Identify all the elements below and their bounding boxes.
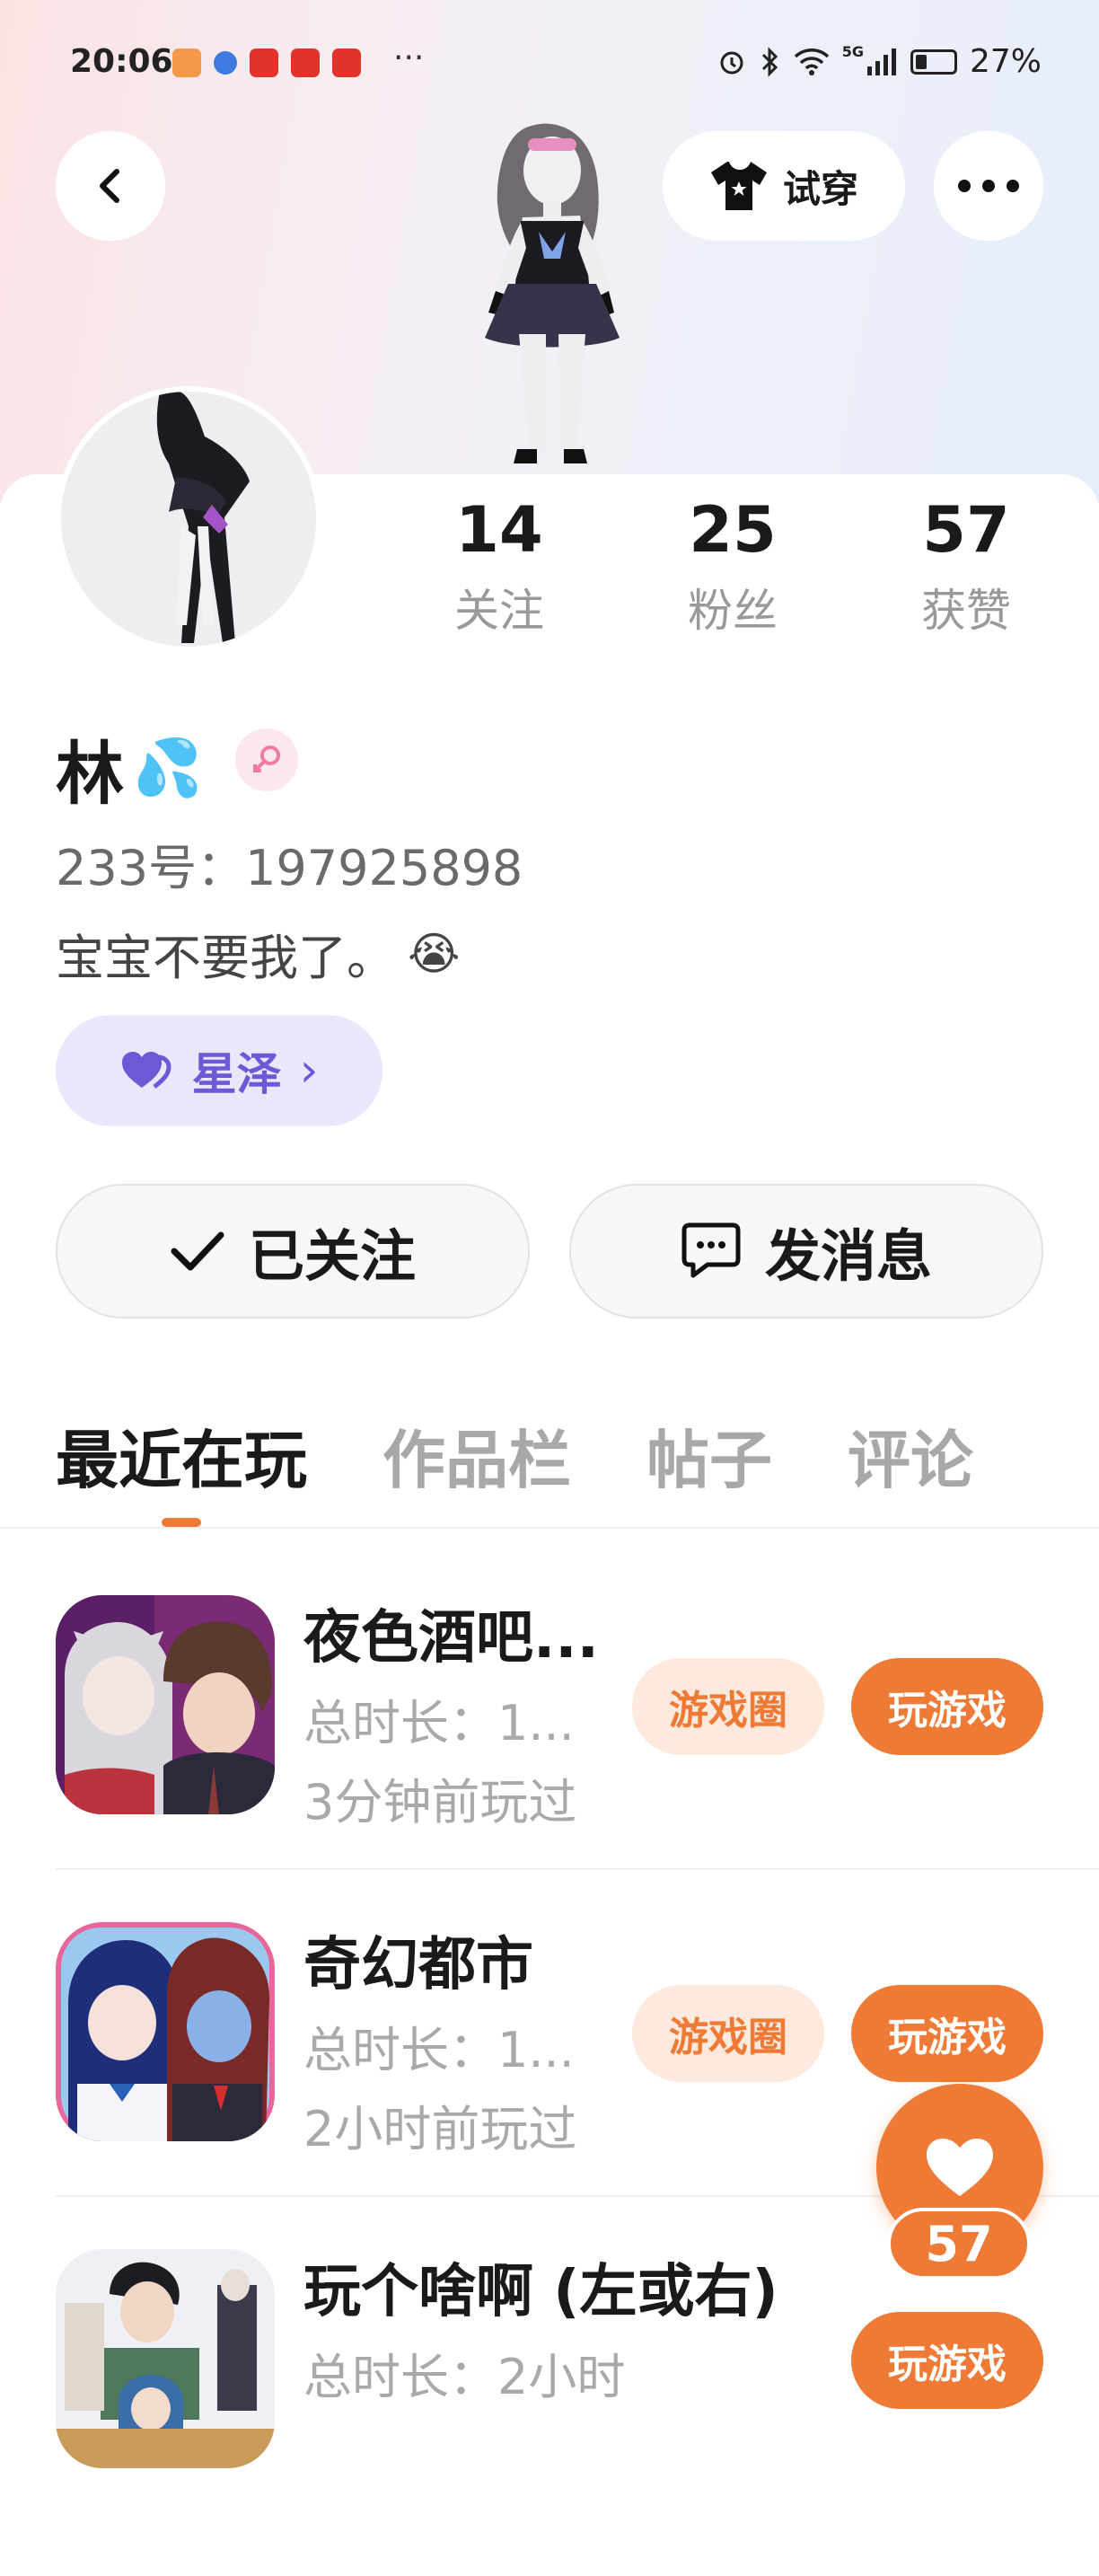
play-game-button[interactable]: 玩游戏 xyxy=(851,1985,1043,2082)
game-title[interactable]: 玩个啥啊 (左或右) xyxy=(303,2245,778,2328)
avatar[interactable] xyxy=(56,386,321,652)
play-game-button[interactable]: 玩游戏 xyxy=(851,1658,1043,1755)
bio: 宝宝不要我了。 😭 xyxy=(56,918,460,989)
stat-likes[interactable]: 57 获赞 xyxy=(876,494,1056,640)
fans-count: 25 xyxy=(689,493,777,567)
status-time: 20:06 xyxy=(70,43,173,80)
back-button[interactable] xyxy=(56,131,165,241)
game-last-played: 2小时前玩过 xyxy=(303,2101,577,2157)
status-overflow: ··· xyxy=(393,40,425,76)
following-label: 关注 xyxy=(454,585,544,637)
tab-recently-played[interactable]: 最近在玩 xyxy=(56,1410,307,1527)
signal-icon xyxy=(866,48,896,75)
wifi-icon xyxy=(794,48,829,75)
heart-icon xyxy=(927,2139,993,2196)
tab-comments[interactable]: 评论 xyxy=(848,1410,973,1500)
game-title[interactable]: 奇幻都市 xyxy=(303,1919,533,2001)
chat-bubble-icon xyxy=(681,1222,741,1278)
following-count: 14 xyxy=(455,493,543,567)
game-circle-button[interactable]: 游戏圈 xyxy=(632,1658,824,1755)
stat-following[interactable]: 14 关注 xyxy=(409,494,589,640)
battery-icon xyxy=(910,49,957,75)
game-total-duration: 总时长：2小时 xyxy=(303,2349,626,2405)
game-row[interactable]: 玩个啥啊 (左或右) 总时长：2小时 玩游戏 xyxy=(0,2249,1099,2576)
notification-app-icon xyxy=(332,49,361,77)
game-icon[interactable] xyxy=(56,1922,275,2141)
more-button[interactable] xyxy=(934,131,1043,241)
followed-button[interactable]: 已关注 xyxy=(56,1184,530,1319)
game-total-duration: 总时长：1... xyxy=(303,2022,575,2078)
notification-app-icon xyxy=(250,49,278,77)
battery-percent: 27% xyxy=(969,43,1042,80)
game-last-played: 3分钟前玩过 xyxy=(303,1774,577,1831)
message-button[interactable]: 发消息 xyxy=(569,1184,1043,1319)
tshirt-icon xyxy=(710,162,767,210)
like-count: 57 xyxy=(887,2208,1031,2280)
play-game-button[interactable]: 玩游戏 xyxy=(851,2312,1043,2409)
tab-posts[interactable]: 帖子 xyxy=(646,1410,772,1500)
profile-tabs: 最近在玩 作品栏 帖子 评论 xyxy=(56,1410,1049,1527)
more-dots-icon xyxy=(958,180,1019,192)
chevron-left-icon xyxy=(100,169,119,203)
droplets-emoji: 💦 xyxy=(133,735,203,800)
crying-emoji: 😭 xyxy=(408,927,461,980)
game-title[interactable]: 夜色酒吧... xyxy=(303,1592,599,1674)
message-label: 发消息 xyxy=(764,1223,932,1289)
game-total-duration: 总时长：1... xyxy=(303,1695,575,1751)
notification-app-icon xyxy=(214,51,237,75)
chevron-right-icon: › xyxy=(299,1044,319,1098)
notification-app-icon xyxy=(172,49,201,77)
tabs-divider xyxy=(0,1527,1099,1529)
network-type: 5G xyxy=(841,43,864,60)
notification-app-icon xyxy=(291,49,320,77)
bio-text: 宝宝不要我了。 xyxy=(56,930,395,986)
tab-works[interactable]: 作品栏 xyxy=(382,1410,571,1500)
profile-name: 林 💦 xyxy=(56,719,202,817)
double-heart-icon xyxy=(121,1052,171,1089)
bluetooth-icon xyxy=(761,46,778,77)
status-app-icons xyxy=(172,49,361,77)
game-icon[interactable] xyxy=(56,1595,275,1814)
check-icon xyxy=(171,1231,224,1271)
game-row[interactable]: 夜色酒吧... 总时长：1... 3分钟前玩过 游戏圈 玩游戏 xyxy=(0,1595,1099,1922)
female-icon xyxy=(235,728,298,791)
likes-label: 获赞 xyxy=(921,585,1011,637)
game-icon[interactable] xyxy=(56,2249,275,2468)
game-circle-button[interactable]: 游戏圈 xyxy=(632,1985,824,2082)
character-figure[interactable] xyxy=(431,106,673,474)
status-right: 5G 27% xyxy=(717,43,1042,80)
stat-fans[interactable]: 25 粉丝 xyxy=(643,494,822,640)
avatar-figure xyxy=(156,392,250,643)
followed-label: 已关注 xyxy=(248,1223,416,1289)
row-divider xyxy=(56,1868,1099,1870)
fans-label: 粉丝 xyxy=(688,585,778,637)
try-on-label: 试穿 xyxy=(782,166,858,211)
user-id[interactable]: 233号：197925898 xyxy=(56,828,523,899)
likes-count: 57 xyxy=(922,493,1010,567)
relationship-tag-label: 星泽 xyxy=(191,1048,282,1100)
alarm-icon xyxy=(720,51,743,74)
status-bar: 20:06 ··· 5G 27% xyxy=(0,36,1099,93)
try-on-button[interactable]: 试穿 xyxy=(663,131,905,241)
profile-name-text: 林 xyxy=(56,734,124,814)
relationship-tag[interactable]: 星泽 › xyxy=(56,1015,382,1126)
